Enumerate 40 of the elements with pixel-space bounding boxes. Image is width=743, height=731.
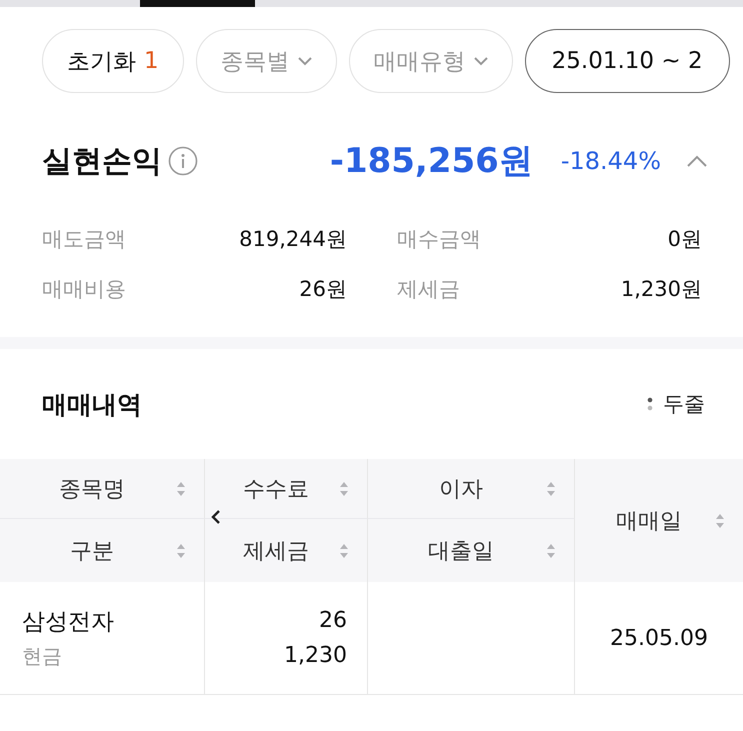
sort-icon[interactable] (339, 480, 349, 496)
sort-icon[interactable] (176, 542, 186, 558)
profit-rate: -18.44% (560, 147, 661, 175)
reset-chip[interactable]: 초기화 1 (42, 29, 184, 93)
detail-label: 매도금액 (42, 226, 126, 253)
sort-icon[interactable] (176, 480, 186, 496)
account-type: 현금 (22, 643, 63, 670)
chevron-down-icon (298, 56, 312, 66)
detail-value: 0원 (668, 226, 702, 253)
dots-icon (647, 396, 653, 412)
stock-name: 삼성전자 (22, 608, 115, 637)
sort-icon[interactable] (546, 480, 556, 496)
detail-label: 제세금 (397, 276, 460, 303)
section-title: 매매내역 (42, 388, 142, 420)
chevron-down-icon (474, 56, 488, 66)
info-icon[interactable] (168, 146, 198, 176)
tax-value: 1,230 (284, 643, 347, 668)
detail-value: 819,244원 (239, 226, 347, 253)
column-header[interactable]: 수수료 (205, 459, 368, 519)
detail-value: 26원 (299, 276, 347, 303)
trade-date: 25.05.09 (610, 626, 708, 650)
sort-icon[interactable] (715, 512, 725, 528)
detail-label: 매수금액 (397, 226, 481, 253)
collapse-icon[interactable] (687, 155, 707, 167)
column-header[interactable]: 매매일 (575, 459, 743, 582)
column-header[interactable]: 대출일 (368, 519, 575, 582)
column-header[interactable]: 종목명 (0, 459, 205, 519)
profit-amount: -185,256원 (330, 140, 533, 183)
fee-value: 26 (319, 608, 347, 633)
summary-title: 실현손익 (42, 142, 162, 180)
view-option-button[interactable]: 두줄 (647, 390, 705, 418)
column-header[interactable]: 제세금 (205, 519, 368, 582)
sort-icon[interactable] (546, 542, 556, 558)
detail-label: 매매비용 (42, 276, 126, 303)
column-header[interactable]: 구분 (0, 519, 205, 582)
chevron-left-icon[interactable] (211, 509, 221, 525)
date-range-chip[interactable]: 25.01.10 ~ 2 (524, 29, 730, 93)
column-header[interactable]: 이자 (368, 459, 575, 519)
detail-value: 1,230원 (620, 276, 702, 303)
sort-icon[interactable] (339, 542, 349, 558)
